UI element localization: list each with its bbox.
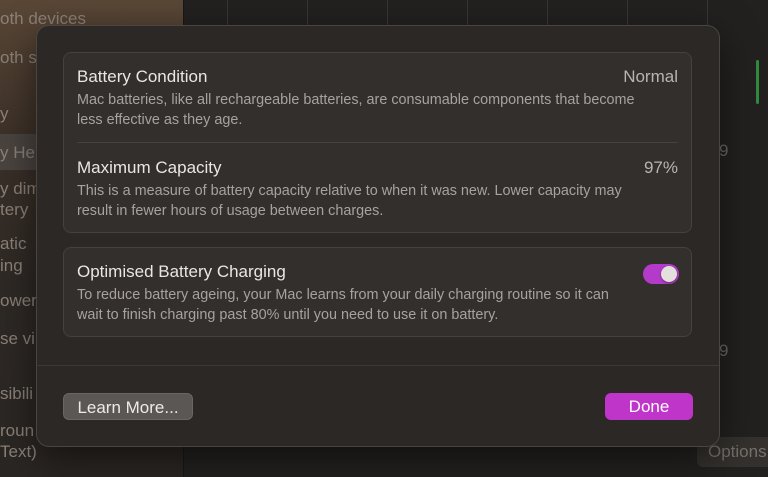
battery-condition-title: Battery Condition: [77, 67, 208, 86]
sidebar-item: roun: [0, 421, 35, 440]
maximum-capacity-row: Maximum Capacity 97% This is a measure o…: [77, 158, 678, 219]
maximum-capacity-description: This is a measure of battery capacity re…: [77, 183, 622, 219]
background-value: 9: [719, 341, 729, 360]
row-divider: [77, 142, 678, 143]
background-activity-bar: [756, 60, 759, 104]
battery-condition-row: Battery Condition Normal Mac batteries, …: [77, 67, 678, 128]
sidebar-item: ower: [0, 291, 37, 310]
done-button[interactable]: Done: [605, 393, 693, 420]
optimised-charging-row: Optimised Battery Charging To reduce bat…: [77, 262, 678, 324]
background-value: 9: [719, 141, 729, 160]
sidebar-item: sibili: [0, 384, 34, 403]
sidebar-item: Text): [0, 442, 37, 461]
optimised-charging-toggle[interactable]: [643, 264, 679, 284]
sidebar-item: se vi: [0, 329, 35, 348]
battery-condition-value: Normal: [623, 67, 678, 86]
optimised-charging-group: Optimised Battery Charging To reduce bat…: [63, 247, 692, 337]
learn-more-button[interactable]: Learn More...: [63, 393, 193, 420]
sidebar-item: y dim: [0, 179, 41, 198]
sidebar-item: tery: [0, 200, 29, 219]
maximum-capacity-value: 97%: [643, 158, 678, 177]
sidebar-item: oth s: [0, 48, 37, 67]
sidebar-item: ing: [0, 256, 23, 275]
footer-divider: [37, 365, 719, 366]
sidebar-item: y: [0, 104, 9, 123]
battery-condition-description: Mac batteries, like all rechargeable bat…: [77, 92, 635, 128]
battery-health-dialog: Battery Condition Normal Mac batteries, …: [37, 26, 719, 446]
optimised-charging-description: To reduce battery ageing, your Mac learn…: [77, 287, 609, 323]
sidebar-item: y He: [0, 143, 35, 162]
maximum-capacity-title: Maximum Capacity: [77, 158, 222, 177]
sidebar-item: atic: [0, 234, 27, 253]
toggle-knob: [661, 266, 677, 282]
battery-info-group: Battery Condition Normal Mac batteries, …: [63, 52, 692, 233]
optimised-charging-title: Optimised Battery Charging: [77, 262, 286, 281]
